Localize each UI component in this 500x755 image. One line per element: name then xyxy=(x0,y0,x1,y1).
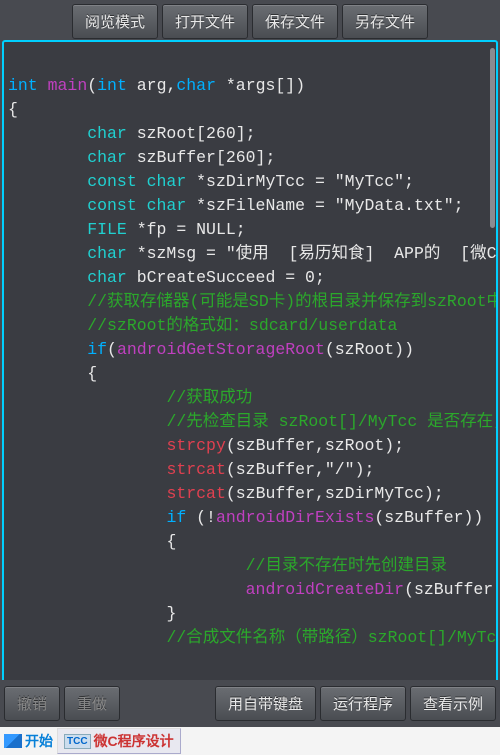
save-as-button[interactable]: 另存文件 xyxy=(342,4,428,39)
brace: } xyxy=(166,604,176,623)
taskbar: 开始 TCC 微C程序设计 xyxy=(0,727,500,755)
app-title: 微C程序设计 xyxy=(94,731,174,751)
builtin-keyboard-button[interactable]: 用自带键盘 xyxy=(215,686,316,721)
kw: if xyxy=(166,508,186,527)
t: ( xyxy=(87,76,97,95)
kw: int xyxy=(97,76,127,95)
comment: //目录不存在时先创建目录 xyxy=(246,556,447,575)
t: *szDirMyTcc = "MyTcc"; xyxy=(186,172,414,191)
t: ( xyxy=(107,340,117,359)
fn-name: main xyxy=(38,76,88,95)
t: *szMsg = "使用 [易历知食] APP的 [微C程序设计 xyxy=(127,244,496,263)
t: *args[]) xyxy=(216,76,305,95)
kw: char xyxy=(87,268,127,287)
taskbar-app-button[interactable]: TCC 微C程序设计 xyxy=(57,728,181,754)
t: (! xyxy=(186,508,216,527)
start-button[interactable]: 开始 xyxy=(4,731,53,751)
open-file-button[interactable]: 打开文件 xyxy=(162,4,248,39)
kw: const char xyxy=(87,172,186,191)
brace: { xyxy=(87,364,97,383)
fn: strcpy xyxy=(166,436,225,455)
t: arg, xyxy=(127,76,177,95)
top-toolbar: 阅览模式 打开文件 保存文件 另存文件 xyxy=(0,0,500,43)
t: szRoot[260]; xyxy=(127,124,256,143)
code-editor[interactable]: int main(int arg,char *args[]) { char sz… xyxy=(2,40,498,685)
brace: { xyxy=(166,532,176,551)
start-label: 开始 xyxy=(25,731,53,751)
comment: //先检查目录 szRoot[]/MyTcc 是否存在，不存在贝 xyxy=(166,412,496,431)
undo-button[interactable]: 撤销 xyxy=(4,686,60,721)
read-mode-button[interactable]: 阅览模式 xyxy=(72,4,158,39)
start-icon xyxy=(4,734,22,748)
kw: char xyxy=(87,148,127,167)
comment: //获取成功 xyxy=(166,388,252,407)
t: (szBuffer,szDirMyTcc); xyxy=(226,484,444,503)
t: *fp = NULL; xyxy=(127,220,246,239)
kw: char xyxy=(176,76,216,95)
kw: const char xyxy=(87,196,186,215)
t: (szBuffer); xyxy=(404,580,496,599)
kw: char xyxy=(87,124,127,143)
t: (szBuffer)) xyxy=(374,508,483,527)
comment: //获取存储器(可能是SD卡)的根目录并保存到szRoot中 xyxy=(87,292,496,311)
comment: //合成文件名称（带路径）szRoot[]/MyTcc/MyDa xyxy=(166,628,496,647)
fn: androidGetStorageRoot xyxy=(117,340,325,359)
t: *szFileName = "MyData.txt"; xyxy=(186,196,463,215)
kw: FILE xyxy=(87,220,127,239)
kw: char xyxy=(87,244,127,263)
scrollbar[interactable] xyxy=(490,48,495,228)
redo-button[interactable]: 重做 xyxy=(64,686,120,721)
t: (szBuffer,szRoot); xyxy=(226,436,404,455)
code-content: int main(int arg,char *args[]) { char sz… xyxy=(4,42,496,658)
fn: androidDirExists xyxy=(216,508,374,527)
kw: if xyxy=(87,340,107,359)
view-example-button[interactable]: 查看示例 xyxy=(410,686,496,721)
brace: { xyxy=(8,100,18,119)
fn: androidCreateDir xyxy=(246,580,404,599)
comment: //szRoot的格式如：sdcard/userdata xyxy=(87,316,397,335)
kw: int xyxy=(8,76,38,95)
save-file-button[interactable]: 保存文件 xyxy=(252,4,338,39)
t: bCreateSucceed = 0; xyxy=(127,268,325,287)
bottom-toolbar: 撤销 重做 用自带键盘 运行程序 查看示例 xyxy=(0,680,500,727)
run-program-button[interactable]: 运行程序 xyxy=(320,686,406,721)
fn: strcat xyxy=(166,484,225,503)
tcc-icon: TCC xyxy=(64,734,91,749)
t: (szBuffer,"/"); xyxy=(226,460,375,479)
t: szBuffer[260]; xyxy=(127,148,276,167)
fn: strcat xyxy=(166,460,225,479)
t: (szRoot)) xyxy=(325,340,414,359)
